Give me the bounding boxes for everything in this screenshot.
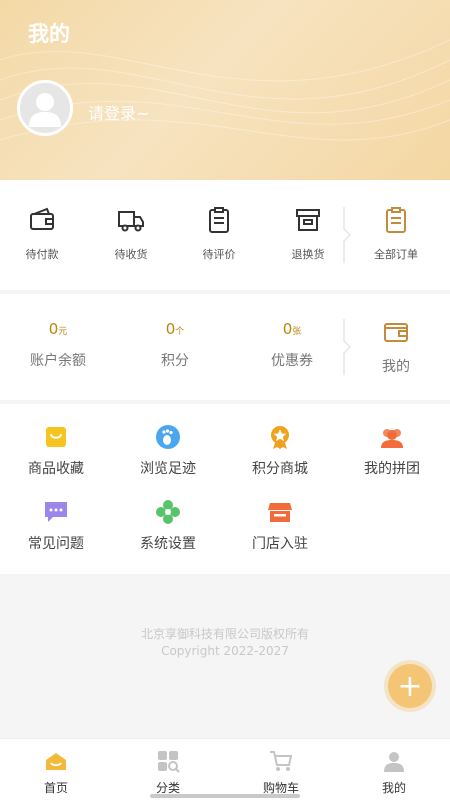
copyright-company: 北京享御科技有限公司版权所有 — [140, 627, 309, 641]
wallet-icon — [384, 323, 408, 342]
balance-amount: 0 — [48, 320, 59, 338]
login-link[interactable]: 请登录~ — [88, 100, 149, 124]
copyright-years: Copyright 2022-2027 — [161, 644, 289, 658]
footprint-icon — [156, 425, 180, 449]
coupons-value: 0张 — [247, 320, 337, 342]
order-pending-review[interactable]: 待评价 — [179, 206, 259, 262]
clipboard-icon — [209, 207, 229, 233]
balance-unit: 元 — [58, 327, 68, 337]
box-icon — [296, 209, 320, 231]
services-panel: 商品收藏 浏览足迹 积分商城 我的拼团 常见问题 系统设置 门店入驻 — [0, 404, 450, 574]
home-icon — [46, 753, 66, 770]
service-label: 门店入驻 — [252, 536, 308, 552]
service-store-join[interactable]: 门店入驻 — [224, 499, 336, 553]
points-unit: 个 — [175, 327, 185, 337]
coupons-amount: 0 — [282, 320, 293, 338]
order-label: 待收货 — [114, 248, 148, 261]
service-label: 系统设置 — [140, 536, 196, 552]
service-label: 积分商城 — [252, 461, 308, 477]
service-group-buy[interactable]: 我的拼团 — [336, 424, 448, 478]
chat-icon — [45, 502, 67, 522]
all-orders-button[interactable]: 全部订单 — [356, 206, 436, 262]
points-amount: 0 — [165, 320, 176, 338]
group-icon — [381, 429, 403, 448]
service-label: 常见问题 — [28, 536, 84, 552]
my-wallet-label: 我的 — [382, 359, 410, 375]
avatar[interactable] — [17, 80, 73, 136]
service-faq[interactable]: 常见问题 — [0, 499, 112, 553]
service-footprint[interactable]: 浏览足迹 — [112, 424, 224, 478]
balance-item[interactable]: 0元 账户余额 — [13, 320, 103, 370]
plus-icon: + — [397, 668, 423, 704]
wallet-icon — [30, 207, 54, 230]
balance-value: 0元 — [13, 320, 103, 342]
tab-label: 首页 — [43, 781, 68, 795]
category-icon — [158, 751, 180, 773]
service-settings[interactable]: 系统设置 — [112, 499, 224, 553]
coupons-unit: 张 — [292, 327, 302, 337]
points-item[interactable]: 0个 积分 — [130, 320, 220, 370]
tab-mine[interactable]: 我的 — [338, 749, 450, 796]
page-title: 我的 — [28, 22, 70, 46]
balance-label: 账户余额 — [30, 353, 86, 369]
order-label: 退换货 — [291, 248, 325, 261]
tab-cart[interactable]: 购物车 — [225, 749, 337, 796]
flower-icon — [156, 500, 180, 524]
bottom-tab-bar: 首页 分类 购物车 我的 — [0, 738, 450, 800]
service-label: 商品收藏 — [28, 461, 84, 477]
store-icon — [268, 503, 292, 522]
order-label: 待付款 — [25, 248, 59, 261]
all-orders-label: 全部订单 — [374, 248, 418, 261]
order-label: 待评价 — [202, 248, 236, 261]
service-label: 我的拼团 — [364, 461, 420, 477]
points-value: 0个 — [130, 320, 220, 342]
orders-panel: 待付款 待收货 待评价 退换货 全部订单 — [0, 180, 450, 290]
floating-add-button[interactable]: + — [388, 664, 432, 708]
medal-icon — [271, 426, 289, 449]
profile-header: 我的 请登录~ — [0, 0, 450, 180]
my-wallet-button[interactable]: 我的 — [351, 318, 441, 376]
user-icon — [384, 752, 404, 772]
service-points-mall[interactable]: 积分商城 — [224, 424, 336, 478]
tab-home[interactable]: 首页 — [0, 749, 112, 796]
default-avatar-icon — [29, 93, 61, 127]
order-pending-receipt[interactable]: 待收货 — [91, 206, 171, 262]
tab-label: 我的 — [381, 781, 406, 795]
cart-icon — [270, 751, 293, 771]
assets-panel: 0元 账户余额 0个 积分 0张 优惠券 我的 — [0, 294, 450, 400]
home-indicator — [150, 794, 300, 798]
truck-icon — [118, 211, 144, 232]
orders-clipboard-icon — [386, 207, 406, 233]
coupons-label: 优惠券 — [271, 353, 313, 369]
order-returns[interactable]: 退换货 — [268, 206, 348, 262]
points-label: 积分 — [161, 353, 189, 369]
coupons-item[interactable]: 0张 优惠券 — [247, 320, 337, 370]
service-favorites[interactable]: 商品收藏 — [0, 424, 112, 478]
tab-category[interactable]: 分类 — [112, 749, 224, 796]
service-label: 浏览足迹 — [140, 461, 196, 477]
order-pending-payment[interactable]: 待付款 — [2, 206, 82, 262]
copyright-block: 北京享御科技有限公司版权所有 Copyright 2022-2027 — [0, 626, 450, 660]
favorites-bag-icon — [46, 427, 66, 447]
divider-notch — [343, 207, 352, 263]
